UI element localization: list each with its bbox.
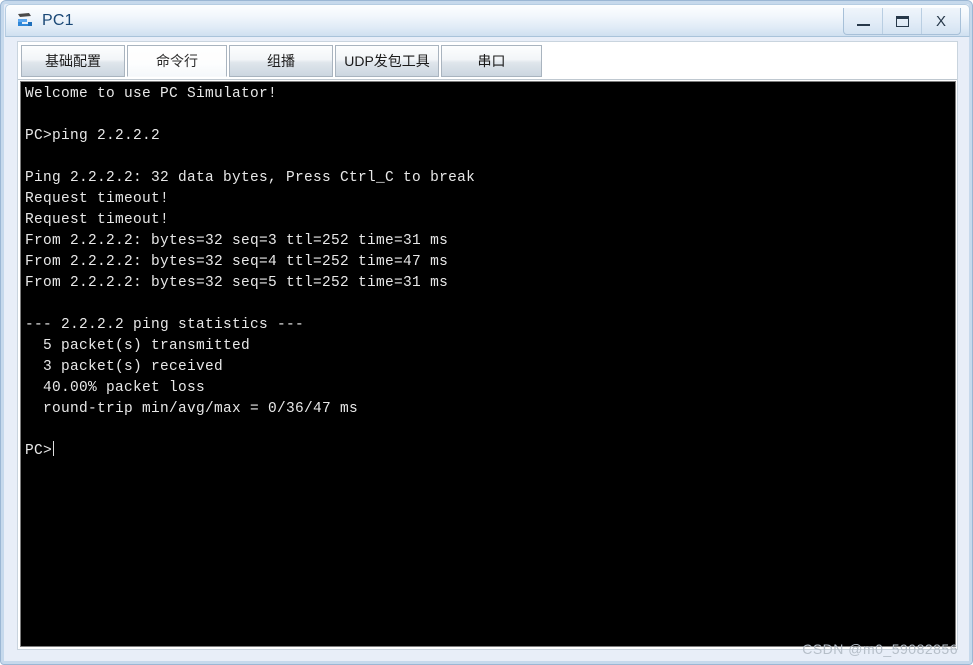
tab-command-line[interactable]: 命令行 bbox=[127, 45, 227, 77]
pc1-window: PC1 X 基础配置 命令行 组播 UDP发包工具 串口 Welcome to use … bbox=[0, 0, 973, 665]
terminal-line: From 2.2.2.2: bytes=32 seq=4 ttl=252 tim… bbox=[25, 254, 449, 270]
close-button[interactable]: X bbox=[922, 8, 960, 34]
terminal-output: Welcome to use PC Simulator! PC>ping 2.2.… bbox=[21, 82, 955, 462]
close-icon: X bbox=[935, 12, 946, 30]
tab-serial-port[interactable]: 串口 bbox=[441, 45, 542, 77]
terminal-prompt-line: PC> bbox=[25, 441, 955, 462]
pc-device-icon bbox=[15, 10, 37, 32]
terminal-line: --- 2.2.2.2 ping statistics --- bbox=[25, 317, 305, 333]
maximize-button[interactable] bbox=[883, 8, 922, 34]
terminal-line: Welcome to use PC Simulator! bbox=[25, 86, 278, 102]
window-title: PC1 bbox=[42, 12, 74, 29]
terminal-line: From 2.2.2.2: bytes=32 seq=5 ttl=252 tim… bbox=[25, 275, 449, 291]
tab-label: UDP发包工具 bbox=[344, 53, 430, 69]
terminal-line: 40.00% packet loss bbox=[25, 380, 206, 396]
terminal-line: Request timeout! bbox=[25, 191, 170, 207]
tab-multicast[interactable]: 组播 bbox=[229, 45, 333, 77]
minimize-button[interactable] bbox=[844, 8, 883, 34]
tab-strip: 基础配置 命令行 组播 UDP发包工具 串口 bbox=[18, 42, 957, 80]
minimize-icon bbox=[856, 23, 870, 26]
window-titlebar[interactable]: PC1 X bbox=[5, 4, 970, 37]
window-controls: X bbox=[843, 8, 961, 35]
terminal-line: Ping 2.2.2.2: 32 data bytes, Press Ctrl_… bbox=[25, 170, 476, 186]
tab-label: 基础配置 bbox=[45, 53, 101, 69]
terminal-line: round-trip min/avg/max = 0/36/47 ms bbox=[25, 401, 359, 417]
terminal-line: Request timeout! bbox=[25, 212, 170, 228]
tab-udp-tool[interactable]: UDP发包工具 bbox=[335, 45, 439, 77]
tab-label: 命令行 bbox=[156, 53, 198, 69]
tab-basic-config[interactable]: 基础配置 bbox=[21, 45, 125, 77]
terminal-line: PC>ping 2.2.2.2 bbox=[25, 128, 161, 144]
terminal-line: From 2.2.2.2: bytes=32 seq=3 ttl=252 tim… bbox=[25, 233, 449, 249]
terminal-line: 5 packet(s) transmitted bbox=[25, 338, 251, 354]
maximize-icon bbox=[895, 15, 909, 27]
terminal-prompt: PC> bbox=[25, 443, 53, 459]
tab-label: 串口 bbox=[477, 53, 506, 69]
command-line-terminal[interactable]: Welcome to use PC Simulator! PC>ping 2.2.… bbox=[20, 81, 956, 647]
tab-label: 组播 bbox=[267, 53, 295, 69]
window-client-area: 基础配置 命令行 组播 UDP发包工具 串口 Welcome to use PC Sim… bbox=[17, 41, 958, 650]
terminal-line: 3 packet(s) received bbox=[25, 359, 224, 375]
text-caret bbox=[53, 441, 55, 456]
